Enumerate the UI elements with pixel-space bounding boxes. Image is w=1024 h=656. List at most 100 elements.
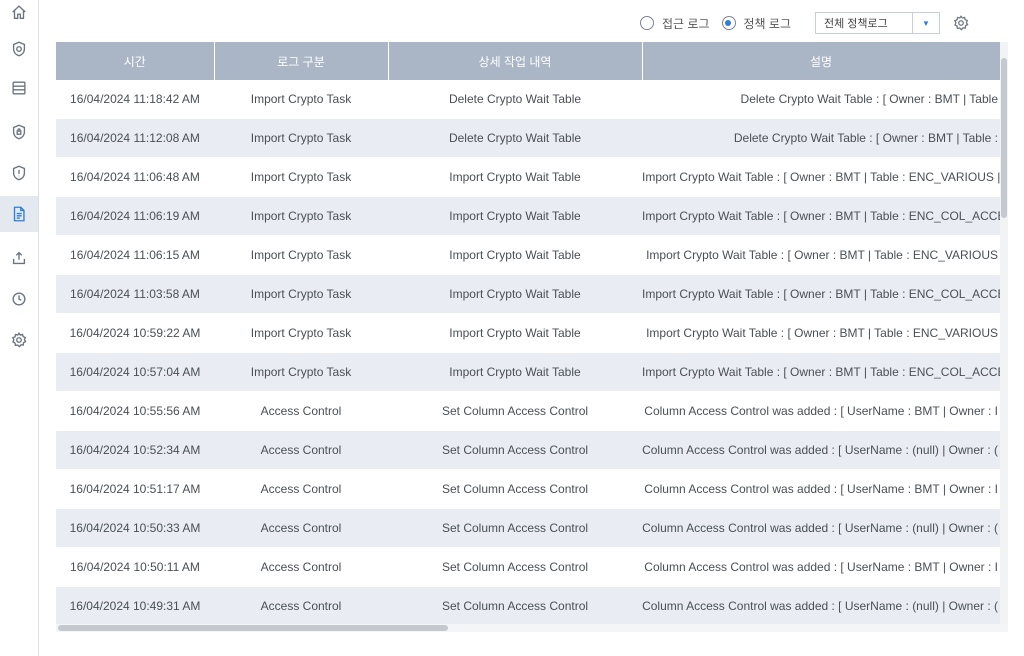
cell-detail: Delete Crypto Wait Table — [388, 80, 642, 119]
sidebar-item-shield[interactable] — [0, 31, 38, 67]
cell-time: 16/04/2024 10:49:31 AM — [56, 586, 214, 624]
cell-time: 16/04/2024 10:51:17 AM — [56, 469, 214, 509]
cell-log-type: Import Crypto Task — [214, 157, 388, 197]
document-icon — [13, 206, 25, 222]
cell-time: 16/04/2024 10:52:34 AM — [56, 430, 214, 470]
horizontal-scrollbar[interactable] — [56, 624, 1008, 632]
chevron-down-icon[interactable]: ▼ — [912, 13, 939, 33]
cell-log-type: Access Control — [214, 469, 388, 509]
column-header-time[interactable]: 시간 — [56, 42, 215, 80]
cell-description: Import Crypto Wait Table : [ Owner : BMT… — [642, 352, 1000, 392]
table-row[interactable]: 16/04/2024 10:49:31 AM Access Control Se… — [56, 586, 1000, 624]
cell-description: Column Access Control was added : [ User… — [642, 391, 1000, 431]
log-toolbar: 접근 로그 정책 로그 전체 정책로그 ▼ — [640, 11, 970, 35]
radio-access-log[interactable]: 접근 로그 — [640, 15, 710, 32]
table-row[interactable]: 16/04/2024 10:55:56 AM Access Control Se… — [56, 391, 1000, 431]
cell-detail: Import Crypto Wait Table — [388, 235, 642, 275]
table-row[interactable]: 16/04/2024 10:52:34 AM Access Control Se… — [56, 430, 1000, 470]
table-header-row: 시간 로그 구분 상세 작업 내역 설명 — [56, 42, 1000, 80]
cell-time: 16/04/2024 11:18:42 AM — [56, 80, 214, 119]
horizontal-scrollbar-thumb[interactable] — [58, 625, 448, 631]
cell-log-type: Import Crypto Task — [214, 118, 388, 158]
cell-description: Import Crypto Wait Table : [ Owner : BMT… — [642, 196, 1000, 236]
cell-log-type: Import Crypto Task — [214, 80, 388, 119]
cell-detail: Import Crypto Wait Table — [388, 157, 642, 197]
table-row[interactable]: 16/04/2024 11:06:48 AM Import Crypto Tas… — [56, 157, 1000, 197]
cell-detail: Import Crypto Wait Table — [388, 274, 642, 314]
radio-access-log-circle[interactable] — [640, 16, 654, 30]
shield-alert-icon — [12, 165, 26, 181]
cell-detail: Set Column Access Control — [388, 469, 642, 509]
cell-log-type: Access Control — [214, 391, 388, 431]
cell-log-type: Access Control — [214, 547, 388, 587]
clock-icon — [12, 292, 26, 306]
gear-icon — [954, 15, 969, 31]
radio-policy-log-circle[interactable] — [721, 16, 736, 30]
column-header-detail[interactable]: 상세 작업 내역 — [388, 42, 643, 80]
table-row[interactable]: 16/04/2024 10:50:11 AM Access Control Se… — [56, 547, 1000, 587]
cell-log-type: Access Control — [214, 586, 388, 624]
cell-detail: Set Column Access Control — [388, 430, 642, 470]
policy-log-table: 시간 로그 구분 상세 작업 내역 설명 16/04/2024 11:18:42… — [56, 42, 1000, 624]
cell-detail: Set Column Access Control — [388, 508, 642, 548]
table-row[interactable]: 16/04/2024 11:06:15 AM Import Crypto Tas… — [56, 235, 1000, 275]
sidebar-item-history[interactable] — [0, 281, 38, 317]
log-table-container: 시간 로그 구분 상세 작업 내역 설명 16/04/2024 11:18:42… — [56, 42, 1000, 624]
cell-detail: Set Column Access Control — [388, 547, 642, 587]
table-row[interactable]: 16/04/2024 11:18:42 AM Import Crypto Tas… — [56, 80, 1000, 119]
radio-access-log-label: 접근 로그 — [662, 16, 710, 31]
cell-time: 16/04/2024 10:50:11 AM — [56, 547, 214, 587]
sidebar-item-policy-log[interactable] — [0, 196, 38, 232]
table-row[interactable]: 16/04/2024 10:57:04 AM Import Crypto Tas… — [56, 352, 1000, 392]
cell-description: Import Crypto Wait Table : [ Owner : BMT… — [642, 157, 1000, 197]
shield-icon — [12, 41, 26, 57]
sidebar — [0, 0, 39, 656]
sidebar-item-home[interactable] — [0, 0, 38, 30]
cell-time: 16/04/2024 11:12:08 AM — [56, 118, 214, 158]
cell-log-type: Import Crypto Task — [214, 352, 388, 392]
cell-detail: Import Crypto Wait Table — [388, 313, 642, 353]
gear-icon — [11, 332, 27, 348]
cell-description: Column Access Control was added : [ User… — [642, 586, 1000, 624]
upload-icon — [12, 251, 26, 265]
column-header-log-type[interactable]: 로그 구분 — [214, 42, 389, 80]
cell-time: 16/04/2024 11:03:58 AM — [56, 274, 214, 314]
cell-description: Import Crypto Wait Table : [ Owner : BMT… — [642, 313, 1000, 353]
table-row[interactable]: 16/04/2024 11:06:19 AM Import Crypto Tas… — [56, 196, 1000, 236]
policy-log-filter-select[interactable]: 전체 정책로그 ▼ — [815, 12, 940, 34]
sidebar-item-upload[interactable] — [0, 240, 38, 276]
column-header-description[interactable]: 설명 — [642, 42, 1000, 80]
cell-time: 16/04/2024 11:06:48 AM — [56, 157, 214, 197]
cell-detail: Delete Crypto Wait Table — [388, 118, 642, 158]
cell-log-type: Import Crypto Task — [214, 274, 388, 314]
sidebar-item-table[interactable] — [0, 70, 38, 106]
cell-log-type: Access Control — [214, 508, 388, 548]
radio-policy-log[interactable]: 정책 로그 — [721, 15, 791, 32]
cell-description: Column Access Control was added : [ User… — [642, 508, 1000, 548]
table-row[interactable]: 16/04/2024 10:51:17 AM Access Control Se… — [56, 469, 1000, 509]
settings-button[interactable] — [952, 14, 970, 32]
cell-detail: Set Column Access Control — [388, 586, 642, 624]
table-row[interactable]: 16/04/2024 10:59:22 AM Import Crypto Tas… — [56, 313, 1000, 353]
cell-time: 16/04/2024 11:06:15 AM — [56, 235, 214, 275]
cell-detail: Set Column Access Control — [388, 391, 642, 431]
cell-log-type: Import Crypto Task — [214, 235, 388, 275]
cell-description: Import Crypto Wait Table : [ Owner : BMT… — [642, 274, 1000, 314]
vertical-scrollbar[interactable] — [1000, 42, 1008, 626]
sidebar-item-settings[interactable] — [0, 322, 38, 358]
table-row[interactable]: 16/04/2024 11:03:58 AM Import Crypto Tas… — [56, 274, 1000, 314]
cell-time: 16/04/2024 10:50:33 AM — [56, 508, 214, 548]
cell-detail: Import Crypto Wait Table — [388, 352, 642, 392]
cell-time: 16/04/2024 10:57:04 AM — [56, 352, 214, 392]
cell-log-type: Access Control — [214, 430, 388, 470]
shield-lock-icon — [12, 124, 26, 140]
table-row[interactable]: 16/04/2024 10:50:33 AM Access Control Se… — [56, 508, 1000, 548]
sidebar-item-shield-lock[interactable] — [0, 114, 38, 150]
sidebar-item-shield-alert[interactable] — [0, 155, 38, 191]
cell-time: 16/04/2024 10:59:22 AM — [56, 313, 214, 353]
cell-description: Column Access Control was added : [ User… — [642, 430, 1000, 470]
table-row[interactable]: 16/04/2024 11:12:08 AM Import Crypto Tas… — [56, 118, 1000, 158]
cell-description: Column Access Control was added : [ User… — [642, 469, 1000, 509]
cell-description: Delete Crypto Wait Table : [ Owner : BMT… — [642, 80, 1000, 119]
vertical-scrollbar-thumb[interactable] — [1001, 58, 1007, 218]
